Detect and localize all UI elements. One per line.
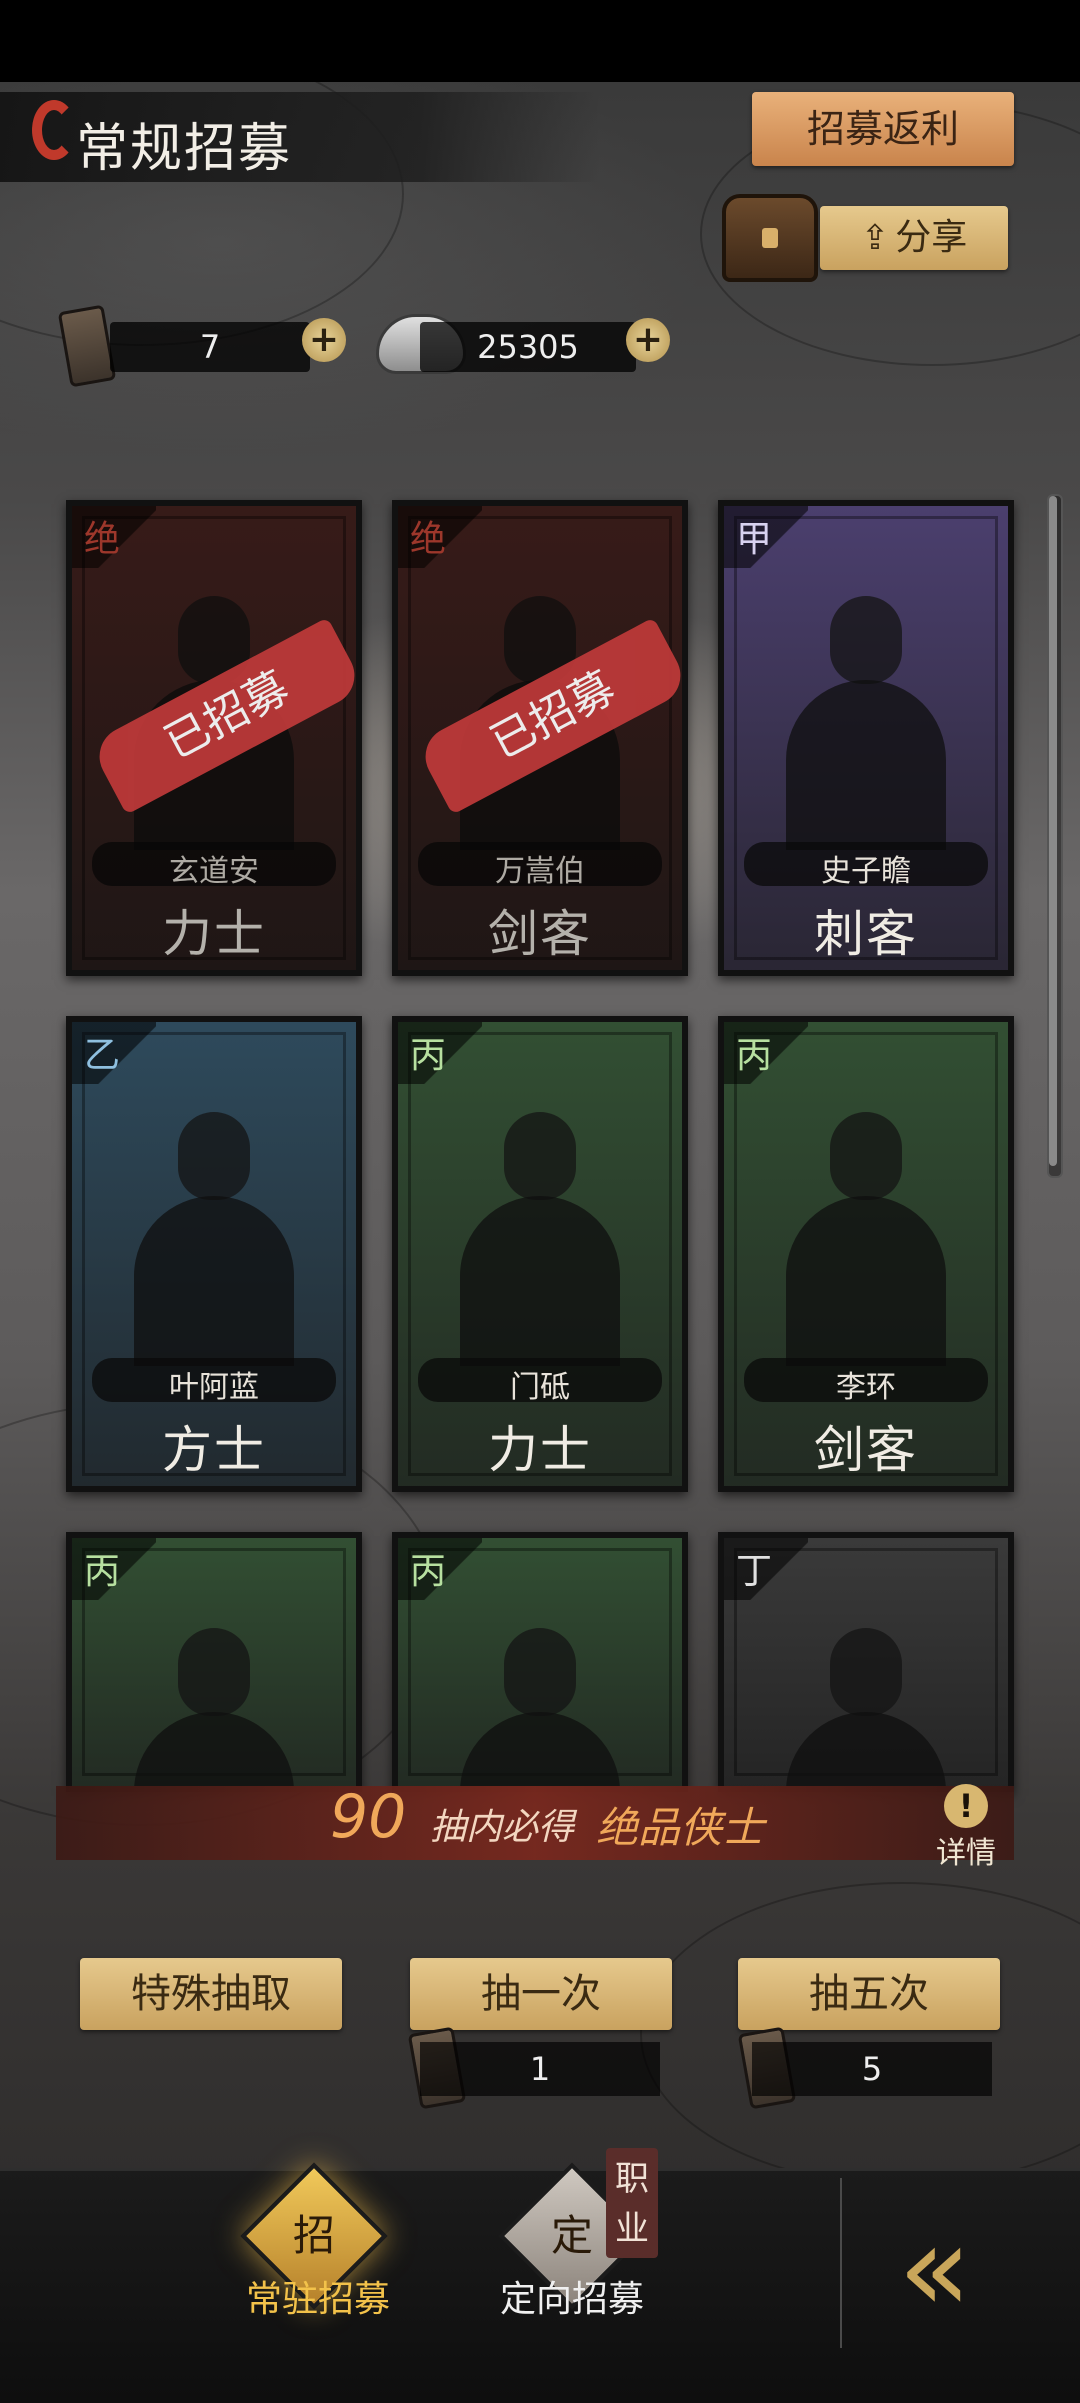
portrait-head bbox=[504, 1628, 576, 1716]
hero-card[interactable]: 丁 bbox=[718, 1532, 1014, 1792]
pity-reward-text: 绝品侠士 bbox=[596, 1803, 765, 1852]
hero-portrait bbox=[124, 1608, 304, 1786]
add-ticket-button[interactable]: + bbox=[302, 318, 346, 362]
back-arrow-icon[interactable]: « bbox=[898, 2210, 972, 2330]
silver-count: 25305 bbox=[420, 322, 636, 372]
draw-once-cost: 1 bbox=[420, 2042, 660, 2096]
portrait-head bbox=[830, 596, 902, 684]
hero-class: 力士 bbox=[488, 1421, 592, 1479]
portrait-head bbox=[178, 1628, 250, 1716]
portrait-head bbox=[504, 1112, 576, 1200]
draw-five-button[interactable]: 抽五次 bbox=[738, 1958, 1000, 2030]
hero-portrait bbox=[124, 1092, 304, 1366]
hero-rank-badge: 甲 bbox=[724, 506, 808, 568]
hero-rank-badge: 丁 bbox=[724, 1538, 808, 1600]
hero-card[interactable]: 丙李环剑客 bbox=[718, 1016, 1014, 1492]
page-title: 常规招募 bbox=[76, 119, 293, 179]
nav-divider bbox=[840, 2178, 842, 2348]
pity-text: 抽内必得 bbox=[430, 1807, 575, 1848]
hero-card[interactable]: 甲史子瞻刺客 bbox=[718, 500, 1014, 976]
share-button-label: 分享 bbox=[895, 217, 968, 258]
profession-tag: 职业 bbox=[606, 2148, 658, 2258]
exclamation-icon[interactable]: ! bbox=[944, 1784, 988, 1828]
hero-rank-badge: 乙 bbox=[72, 1022, 156, 1084]
hero-card[interactable]: 绝万嵩伯 剑客 已招募 bbox=[392, 500, 688, 976]
add-silver-button[interactable]: + bbox=[626, 318, 670, 362]
hero-card[interactable]: 绝玄道安 力士 已招募 bbox=[66, 500, 362, 976]
card-grid-scroll-thumb[interactable] bbox=[1049, 496, 1057, 1166]
portrait-body bbox=[786, 1196, 946, 1366]
hero-portrait bbox=[450, 1608, 630, 1786]
status-bar bbox=[0, 0, 1080, 82]
portrait-body bbox=[134, 1196, 294, 1366]
tab-resident-recruit[interactable]: 常驻招募 bbox=[246, 2270, 390, 2322]
hero-portrait bbox=[776, 576, 956, 850]
hero-name: 叶阿蓝 bbox=[169, 1370, 259, 1405]
hero-name: 史子瞻 bbox=[821, 854, 911, 889]
hero-rank-badge: 丙 bbox=[398, 1538, 482, 1600]
portrait-body bbox=[786, 1712, 946, 1786]
hero-rank-badge: 丙 bbox=[724, 1022, 808, 1084]
background-swirl bbox=[640, 1882, 1080, 2186]
ticket-count: 7 bbox=[110, 322, 310, 372]
hero-class: 剑客 bbox=[814, 1421, 918, 1479]
hero-portrait bbox=[776, 1608, 956, 1786]
hero-class: 方士 bbox=[162, 1421, 266, 1479]
tab-targeted-recruit[interactable]: 定向招募 bbox=[500, 2270, 644, 2322]
draw-five-cost: 5 bbox=[752, 2042, 992, 2096]
title-emblem-icon bbox=[32, 100, 76, 160]
hero-name: 李环 bbox=[836, 1370, 896, 1405]
details-button[interactable]: 详情 bbox=[936, 1828, 996, 1872]
hero-portrait bbox=[450, 1092, 630, 1366]
recruit-rebate-button[interactable]: 招募返利 bbox=[752, 92, 1014, 166]
share-button[interactable]: ⇪ 分享 bbox=[820, 206, 1008, 270]
hero-rank-badge: 丙 bbox=[72, 1538, 156, 1600]
draw-once-button[interactable]: 抽一次 bbox=[410, 1958, 672, 2030]
portrait-body bbox=[134, 1712, 294, 1786]
hero-portrait bbox=[776, 1092, 956, 1366]
treasure-chest-icon[interactable] bbox=[722, 194, 818, 282]
hero-rank-badge: 丙 bbox=[398, 1022, 482, 1084]
portrait-body bbox=[786, 680, 946, 850]
special-draw-button[interactable]: 特殊抽取 bbox=[80, 1958, 342, 2030]
pity-count: 90 bbox=[330, 1782, 407, 1852]
hero-card[interactable]: 乙叶阿蓝方士 bbox=[66, 1016, 362, 1492]
portrait-head bbox=[830, 1628, 902, 1716]
hero-card[interactable]: 丙 bbox=[66, 1532, 362, 1792]
hero-card[interactable]: 丙门砥力士 bbox=[392, 1016, 688, 1492]
hero-name: 门砥 bbox=[510, 1370, 570, 1405]
portrait-body bbox=[460, 1196, 620, 1366]
share-icon: ⇪ bbox=[860, 218, 890, 258]
hero-class: 刺客 bbox=[814, 905, 918, 963]
portrait-head bbox=[178, 1112, 250, 1200]
portrait-head bbox=[830, 1112, 902, 1200]
hero-card[interactable]: 丙 bbox=[392, 1532, 688, 1792]
portrait-body bbox=[460, 1712, 620, 1786]
